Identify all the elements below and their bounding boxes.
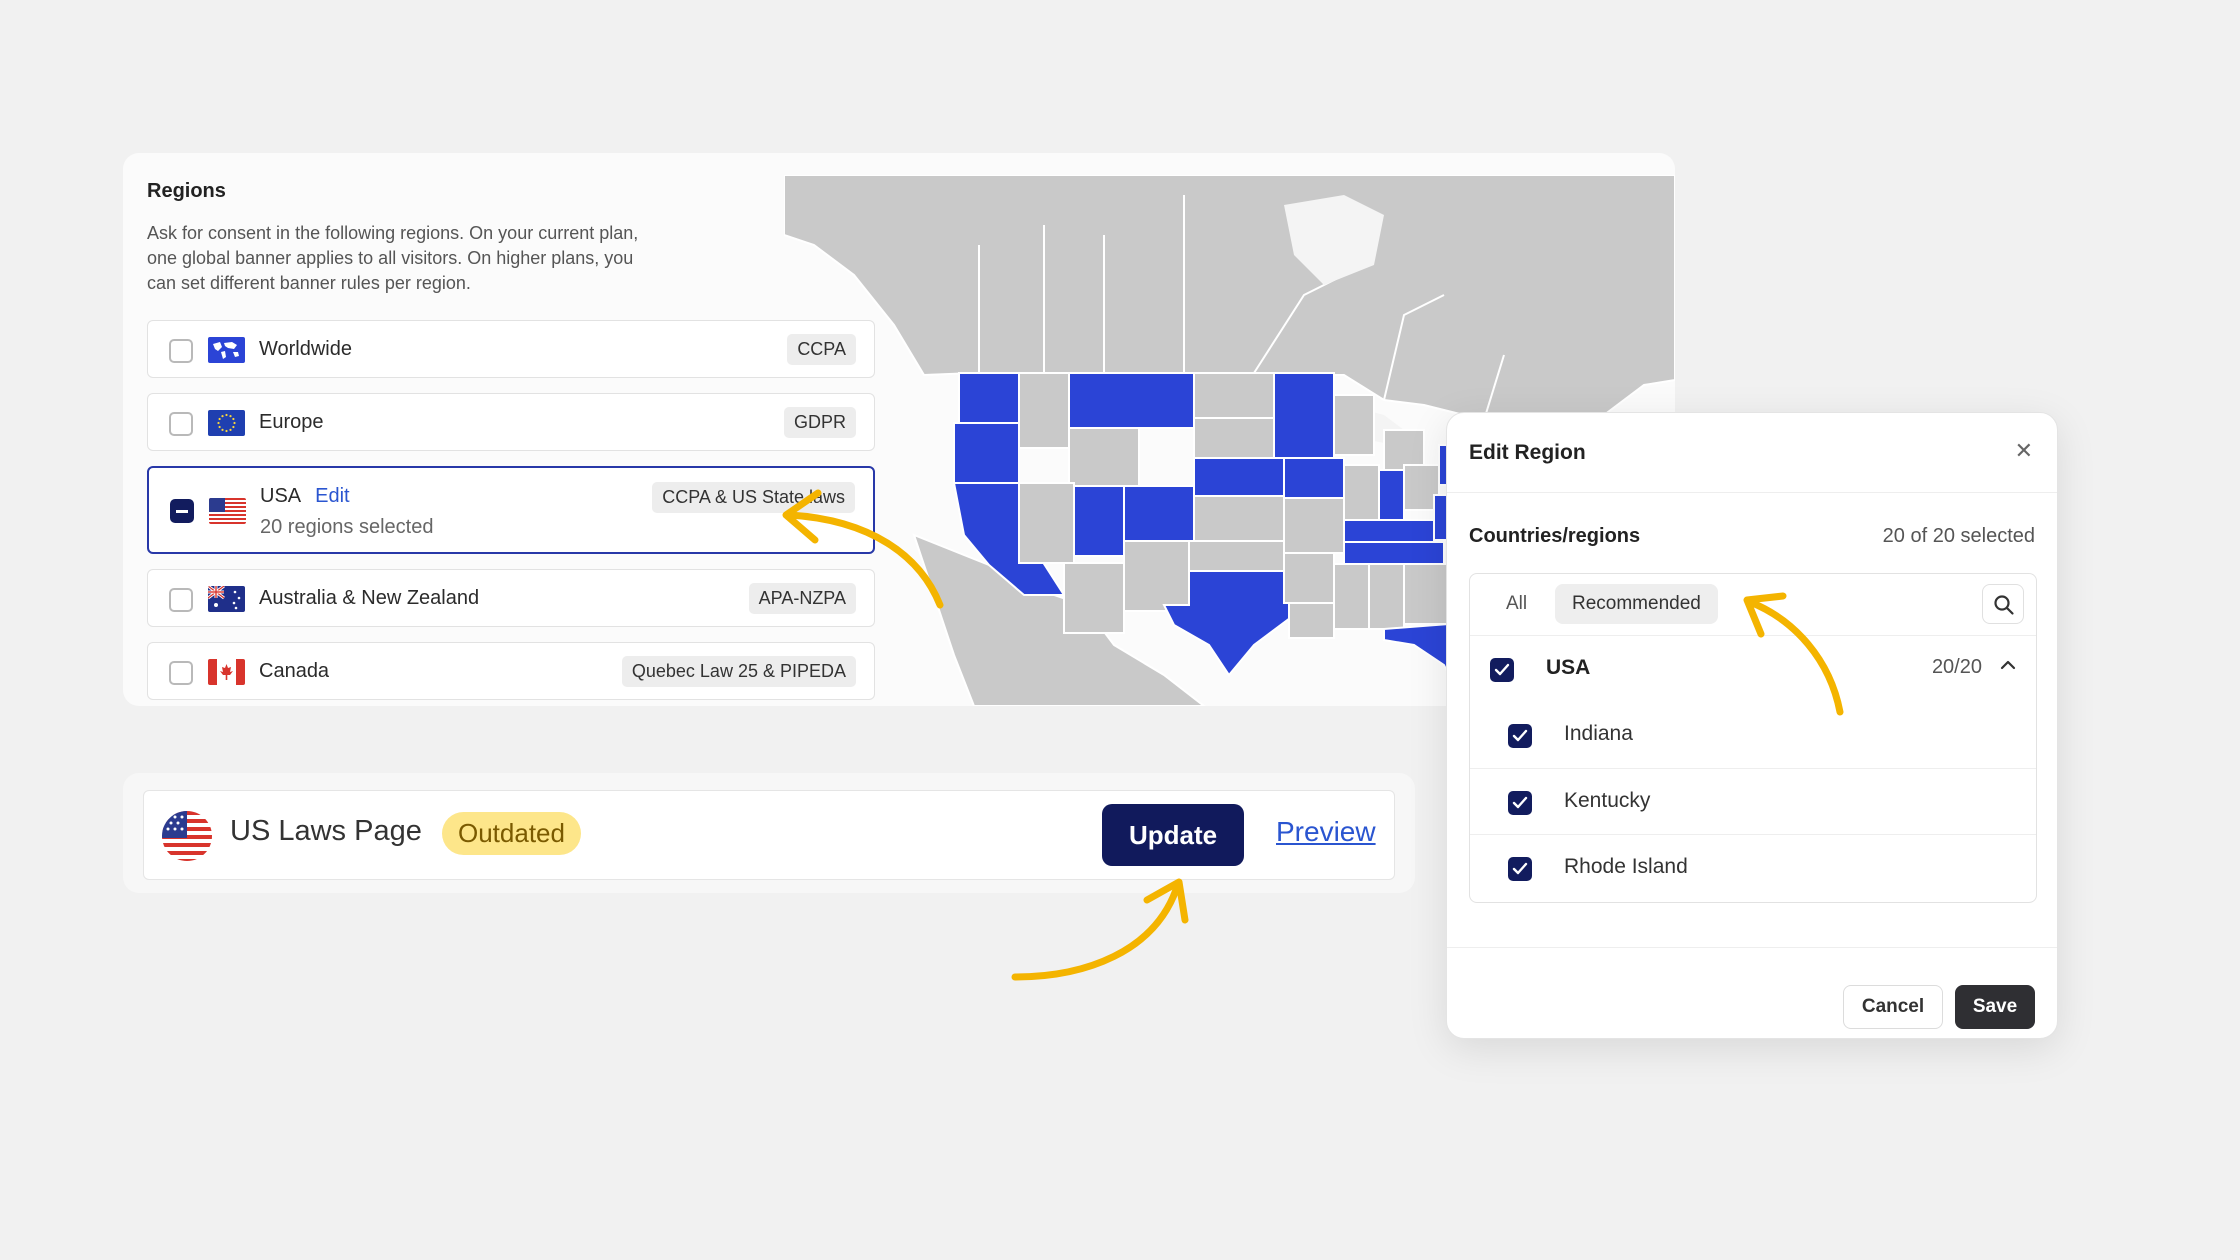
region-row-canada[interactable]: Canada Quebec Law 25 & PIPEDA: [147, 642, 875, 700]
regions-description: Ask for consent in the following regions…: [147, 223, 639, 293]
arrow-annotation-icon: [1743, 592, 1844, 716]
region-name: Australia & New Zealand: [259, 587, 480, 609]
laws-page-card: US Laws Page Outdated Update Preview: [123, 773, 1415, 893]
chevron-up-icon[interactable]: [2000, 660, 2016, 670]
search-button[interactable]: [1982, 584, 2024, 624]
region-name-text: USA: [260, 485, 302, 507]
region-checkbox-europe[interactable]: [169, 412, 193, 436]
selected-count: 20 of 20 selected: [1882, 525, 2035, 547]
list-item[interactable]: Rhode Island: [1470, 834, 2036, 900]
group-count: 20/20: [1931, 656, 1982, 678]
close-icon[interactable]: ✕: [2015, 438, 2033, 464]
globe-flag-icon: [208, 337, 245, 363]
check-icon: [1512, 729, 1528, 742]
regions-selected-count: 20 regions selected: [260, 516, 434, 538]
check-icon: [1512, 796, 1528, 809]
region-row-usa[interactable]: USA Edit 20 regions selected CCPA & US St…: [147, 466, 875, 554]
edit-region-modal: Edit Region ✕ Countries/regions 20 of 20…: [1446, 412, 2058, 1039]
region-name: USA Edit: [260, 485, 350, 508]
region-checkbox-canada[interactable]: [169, 661, 193, 685]
canada-flag-icon: [208, 659, 245, 685]
region-row-europe[interactable]: Europe GDPR: [147, 393, 875, 451]
arrow-annotation-icon: [782, 489, 944, 609]
item-label: Kentucky: [1564, 789, 1651, 812]
regions-panel: Regions Ask for consent in the following…: [123, 153, 1675, 706]
outdated-status-badge: Outdated: [442, 812, 581, 855]
item-checkbox[interactable]: [1508, 791, 1532, 815]
arrow-annotation-icon: [1011, 878, 1189, 981]
region-name: Worldwide: [259, 338, 352, 360]
countries-regions-label: Countries/regions: [1469, 525, 1641, 547]
region-checkbox-worldwide[interactable]: [169, 339, 193, 363]
region-checkbox-australia-nz[interactable]: [169, 588, 193, 612]
group-name: USA: [1546, 656, 1591, 679]
item-checkbox[interactable]: [1508, 857, 1532, 881]
filter-tab-all[interactable]: All: [1506, 593, 1527, 615]
region-list: Worldwide CCPA Europe GDPR USA Edit 20 r…: [147, 320, 875, 700]
modal-title: Edit Region: [1469, 441, 1586, 464]
region-name: Canada: [259, 660, 330, 682]
modal-header: Edit Region ✕: [1447, 413, 2057, 493]
update-button[interactable]: Update: [1102, 804, 1244, 866]
laws-page-title: US Laws Page: [230, 815, 422, 847]
regions-settings: Regions Ask for consent in the following…: [147, 180, 875, 706]
item-label: Indiana: [1564, 722, 1633, 745]
region-name: Europe: [259, 411, 324, 433]
us-flag-round-icon: [162, 811, 212, 861]
search-icon: [1994, 595, 2014, 615]
regions-title: Regions: [147, 180, 226, 202]
item-checkbox[interactable]: [1508, 724, 1532, 748]
save-button[interactable]: Save: [1955, 985, 2035, 1029]
preview-link[interactable]: Preview: [1276, 816, 1376, 848]
region-row-worldwide[interactable]: Worldwide CCPA: [147, 320, 875, 378]
laws-page-row: US Laws Page Outdated Update Preview: [143, 790, 1395, 880]
modal-footer: Cancel Save: [1447, 947, 2057, 1038]
check-icon: [1512, 862, 1528, 875]
list-item[interactable]: Kentucky: [1470, 768, 2036, 834]
edit-region-link[interactable]: Edit: [315, 485, 349, 507]
eu-flag-icon: [208, 410, 245, 436]
us-flag-icon: [209, 498, 246, 524]
check-icon: [1494, 663, 1510, 676]
region-row-australia-nz[interactable]: Australia & New Zealand APA-NZPA: [147, 569, 875, 627]
filter-tab-recommended[interactable]: Recommended: [1555, 584, 1718, 624]
group-checkbox-usa[interactable]: [1490, 658, 1514, 682]
cancel-button[interactable]: Cancel: [1843, 985, 1943, 1029]
australia-flag-icon: [208, 586, 245, 612]
item-label: Rhode Island: [1564, 855, 1688, 878]
region-checkbox-usa-partial[interactable]: [170, 499, 194, 523]
